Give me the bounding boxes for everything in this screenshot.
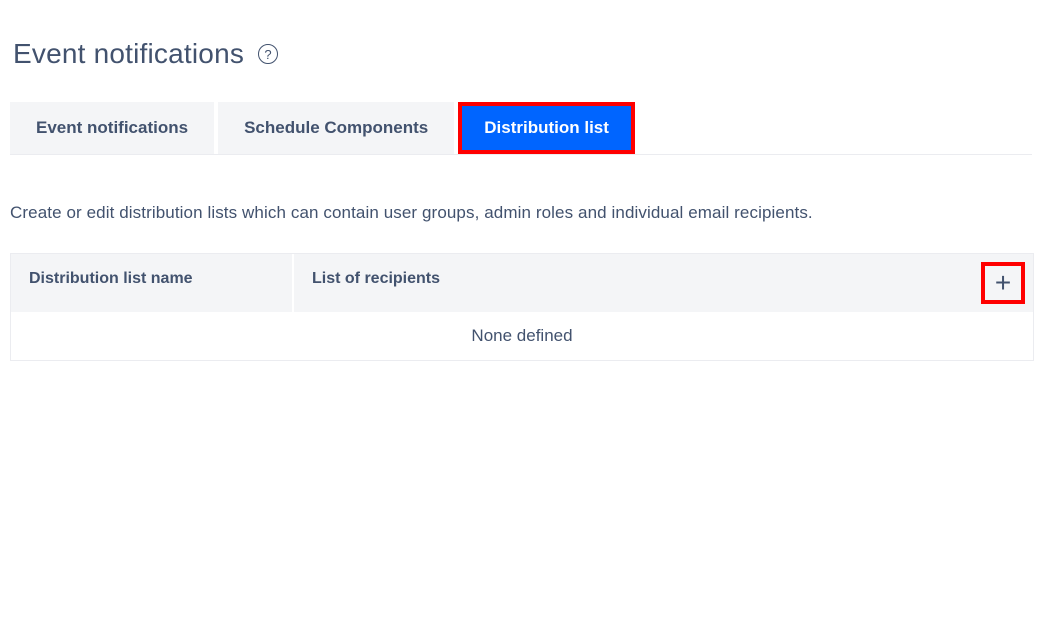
tab-label: Schedule Components — [244, 118, 428, 137]
plus-icon: + — [995, 269, 1011, 297]
tab-label: Event notifications — [36, 118, 188, 137]
table-empty-row: None defined — [11, 312, 1033, 360]
table-header-row: Distribution list name List of recipient… — [11, 254, 1033, 312]
page-title: Event notifications — [13, 38, 244, 70]
distribution-list-table: Distribution list name List of recipient… — [10, 253, 1034, 361]
tab-bar: Event notifications Schedule Components … — [10, 102, 1032, 155]
tab-label: Distribution list — [484, 118, 609, 137]
tab-schedule-components[interactable]: Schedule Components — [218, 102, 454, 154]
column-header-action: + — [973, 254, 1033, 312]
help-icon[interactable]: ? — [258, 44, 278, 64]
tab-distribution-list[interactable]: Distribution list — [458, 102, 635, 154]
tab-event-notifications[interactable]: Event notifications — [10, 102, 214, 154]
column-header-name: Distribution list name — [11, 254, 294, 312]
add-distribution-list-button[interactable]: + — [981, 262, 1025, 304]
page-description: Create or edit distribution lists which … — [10, 203, 1042, 223]
page-header: Event notifications ? — [0, 0, 1042, 70]
column-header-recipients: List of recipients — [294, 254, 973, 312]
